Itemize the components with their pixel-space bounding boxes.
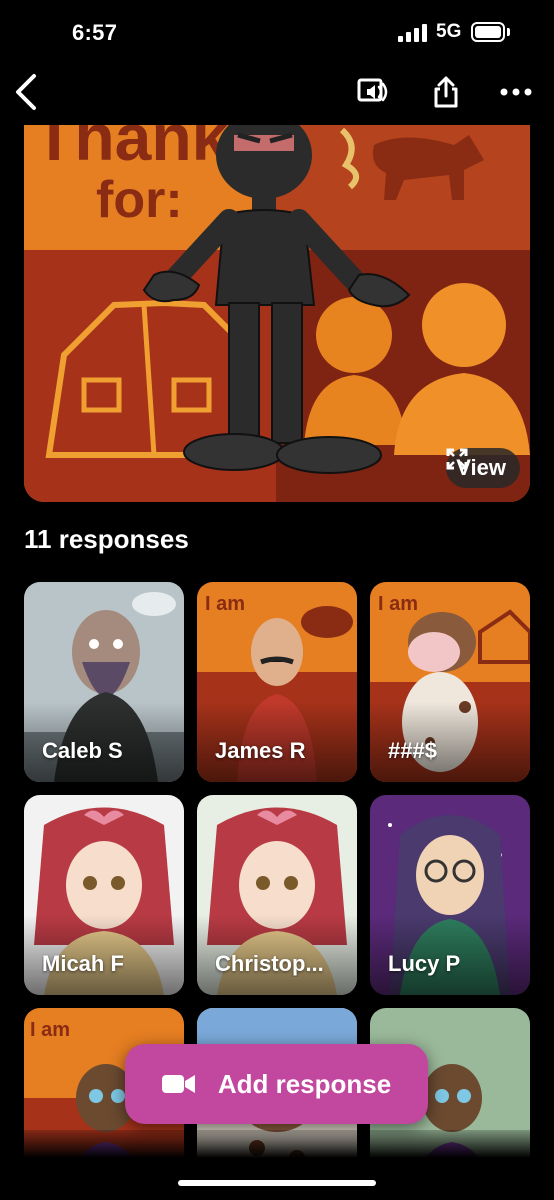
topic-video[interactable]: Thank for: View bbox=[24, 125, 530, 502]
status-time: 6:57 bbox=[72, 20, 118, 45]
add-response-button[interactable]: Add response bbox=[125, 1044, 428, 1124]
share-button[interactable] bbox=[424, 70, 468, 114]
response-card[interactable]: I am James R bbox=[197, 582, 357, 782]
more-button[interactable] bbox=[494, 70, 538, 114]
response-author: ###$ bbox=[388, 738, 437, 763]
response-author: Lucy P bbox=[388, 951, 461, 976]
svg-text:I am: I am bbox=[205, 593, 245, 615]
view-button[interactable]: View bbox=[446, 448, 520, 488]
topic-poster-art: Thank for: bbox=[24, 125, 530, 502]
response-author: James R bbox=[215, 738, 306, 763]
captions-audio-button[interactable] bbox=[352, 70, 396, 114]
status-bar: 6:57 5G bbox=[0, 0, 554, 62]
responses-count: 11 responses bbox=[24, 524, 189, 554]
home-indicator bbox=[178, 1180, 376, 1186]
poster-line2: for: bbox=[96, 171, 183, 229]
captions-audio-icon bbox=[357, 78, 388, 102]
response-author: Christop... bbox=[215, 951, 324, 976]
expand-icon bbox=[446, 448, 468, 470]
network-label: 5G bbox=[436, 21, 462, 42]
response-card[interactable]: Christop... bbox=[197, 795, 357, 995]
chevron-left-icon bbox=[16, 74, 36, 110]
svg-text:I am: I am bbox=[30, 1019, 70, 1041]
battery-icon bbox=[471, 22, 505, 42]
response-author: Micah F bbox=[42, 951, 124, 976]
poster-line1: Thank bbox=[34, 125, 229, 174]
bottom-fade bbox=[0, 1130, 554, 1200]
response-card[interactable]: I am ###$ bbox=[370, 582, 530, 782]
back-button[interactable] bbox=[4, 70, 48, 114]
battery-cap bbox=[507, 28, 510, 36]
svg-text:I am: I am bbox=[378, 593, 418, 615]
share-icon bbox=[434, 76, 458, 108]
response-card[interactable]: Lucy P bbox=[370, 795, 530, 995]
signal-icon bbox=[398, 24, 428, 42]
add-response-label: Add response bbox=[217, 1068, 392, 1099]
response-author: Caleb S bbox=[42, 738, 123, 763]
response-card[interactable]: Micah F bbox=[24, 795, 184, 995]
response-card[interactable]: Caleb S bbox=[24, 582, 184, 782]
more-icon bbox=[500, 88, 532, 96]
top-nav bbox=[0, 62, 554, 122]
video-camera-icon bbox=[161, 1075, 195, 1093]
